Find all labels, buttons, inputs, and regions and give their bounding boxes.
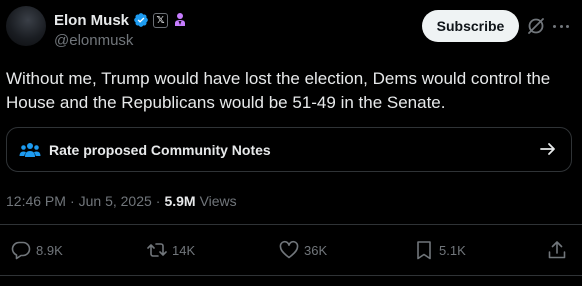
avatar[interactable]: [6, 6, 46, 46]
author-display-name[interactable]: Elon Musk: [54, 12, 129, 29]
views-label: Views: [199, 193, 237, 209]
arrow-right-icon: [539, 140, 557, 158]
share-button[interactable]: [546, 238, 568, 262]
views-count: 5.9M: [164, 193, 196, 209]
heart-icon: [279, 240, 299, 259]
action-bar: 8.9K 14K 36K 5.1K: [0, 238, 582, 262]
x-affiliation-badge-icon: 𝕏: [153, 12, 169, 28]
divider: [0, 275, 582, 276]
author-name-row: Elon Musk 𝕏: [54, 10, 188, 30]
grok-icon[interactable]: [526, 16, 546, 36]
community-notes-card[interactable]: Rate proposed Community Notes: [6, 127, 572, 172]
meta-separator: ·: [155, 193, 161, 209]
repost-count: 14K: [172, 242, 196, 258]
community-people-icon: [19, 141, 41, 159]
tweet-time[interactable]: 12:46 PM: [6, 193, 66, 209]
verified-badge-icon: [133, 12, 149, 28]
subscribe-button[interactable]: Subscribe: [422, 10, 519, 42]
more-options-icon[interactable]: [551, 16, 571, 36]
tweet-date[interactable]: Jun 5, 2025: [79, 193, 152, 209]
tweet-meta: 12:46 PM · Jun 5, 2025 · 5.9M Views: [6, 191, 237, 211]
tweet-page: Elon Musk 𝕏 @elonmusk Subscribe Without …: [0, 0, 582, 286]
like-button[interactable]: 36K: [278, 238, 327, 262]
bookmark-count: 5.1K: [439, 242, 466, 258]
repost-button[interactable]: 14K: [146, 238, 195, 262]
bookmark-icon: [417, 241, 431, 260]
reply-count: 8.9K: [36, 242, 63, 258]
reply-button[interactable]: 8.9K: [10, 238, 63, 262]
tweet-text: Without me, Trump would have lost the el…: [6, 69, 551, 112]
bookmark-button[interactable]: 5.1K: [413, 238, 466, 262]
repost-icon: [147, 243, 167, 257]
share-icon: [548, 241, 566, 259]
author-handle[interactable]: @elonmusk: [54, 32, 133, 49]
reply-icon: [11, 241, 31, 260]
affiliation-person-icon: [172, 12, 188, 28]
divider: [0, 224, 582, 225]
community-notes-label: Rate proposed Community Notes: [49, 141, 271, 158]
like-count: 36K: [304, 242, 328, 258]
meta-separator: ·: [69, 193, 75, 209]
